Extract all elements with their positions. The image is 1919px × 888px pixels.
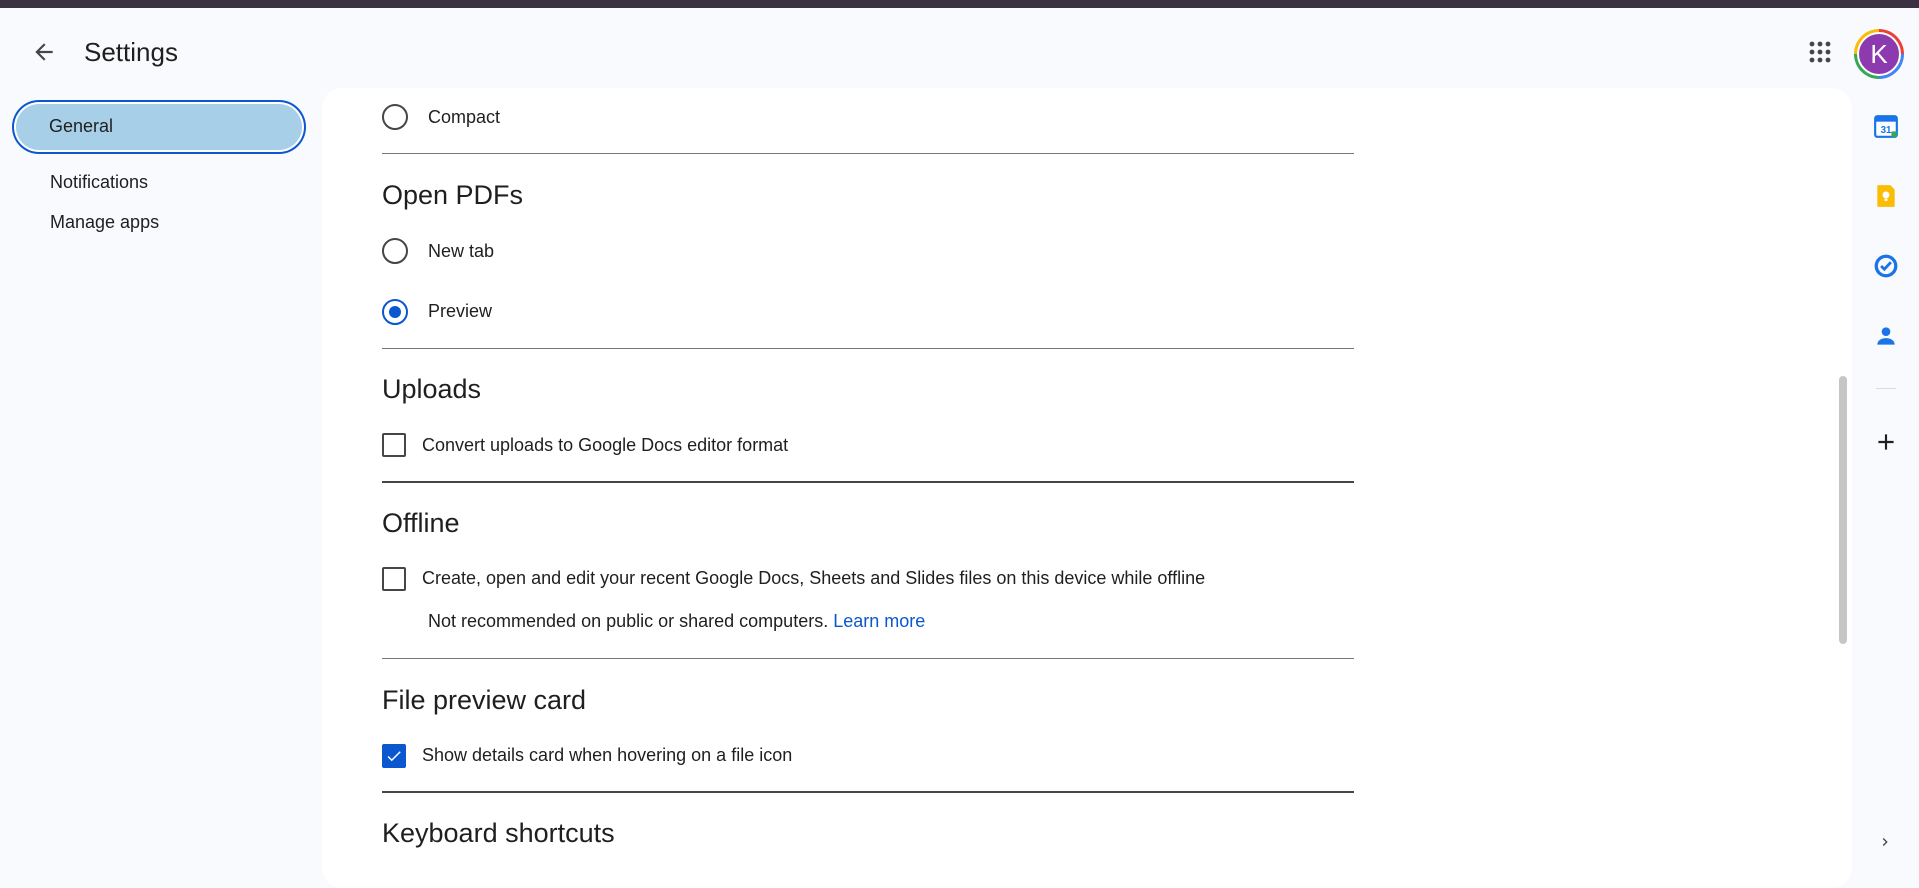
nav-item-notifications[interactable]: Notifications [0,162,300,202]
back-button[interactable] [20,28,68,76]
preview-radio[interactable] [382,299,408,325]
page-title: Settings [84,37,178,67]
account-avatar-button[interactable]: K [1854,29,1904,79]
checkmark-icon [387,751,401,762]
section-title-offline: Offline [382,508,460,538]
preview-label: Preview [428,301,493,321]
apps-grid-icon [1809,41,1831,63]
avatar: K [1857,32,1901,76]
chevron-right-icon [1882,838,1888,846]
nav-item-manage-apps[interactable]: Manage apps [0,202,300,242]
offline-checkbox[interactable] [382,567,406,591]
top-strip [0,0,1919,8]
header: Settings K [0,8,1919,88]
contacts-icon[interactable] [1862,312,1910,360]
section-title-file-preview-card: File preview card [382,685,587,715]
section-title-keyboard-shortcuts: Keyboard shortcuts [382,818,615,848]
learn-more-link[interactable]: Learn more [833,611,925,631]
add-icon[interactable] [1862,418,1910,466]
new-tab-radio[interactable] [382,238,408,264]
file-preview-label: Show details card when hovering on a fil… [422,745,793,765]
keep-icon[interactable] [1862,172,1910,220]
divider [382,481,1354,483]
new-tab-label: New tab [428,241,495,261]
divider [382,658,1354,659]
convert-uploads-checkbox[interactable] [382,433,406,457]
calendar-day: 31 [1881,125,1892,136]
section-title-open-pdfs: Open PDFs [382,180,524,210]
tasks-icon[interactable] [1862,242,1910,290]
arrow-back-icon [35,43,53,61]
side-panel-divider [1876,388,1896,389]
convert-uploads-label: Convert uploads to Google Docs editor fo… [422,435,789,455]
file-preview-checkbox[interactable] [382,744,406,768]
google-apps-button[interactable] [1796,28,1844,76]
divider [382,348,1354,349]
offline-label: Create, open and edit your recent Google… [422,568,1206,588]
section-title-uploads: Uploads [382,374,482,404]
scrollbar[interactable] [1839,376,1847,644]
compact-radio[interactable] [382,104,408,130]
calendar-icon[interactable]: 31 [1862,102,1910,150]
settings-content: Compact Open PDFs New tab Preview Upload… [322,88,1852,888]
divider [382,153,1354,154]
offline-note: Not recommended on public or shared comp… [428,611,925,632]
divider [382,791,1354,793]
nav-item-general[interactable]: General [16,104,302,150]
expand-side-panel-button[interactable] [1870,830,1900,854]
compact-label: Compact [428,107,501,127]
offline-note-text: Not recommended on public or shared comp… [428,611,829,631]
